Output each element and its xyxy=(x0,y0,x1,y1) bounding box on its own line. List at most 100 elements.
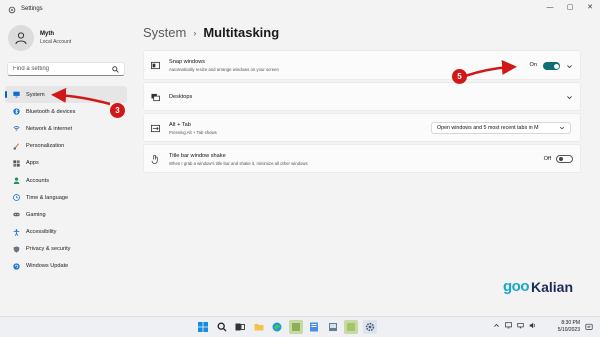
profile-account-type: Local Account xyxy=(40,39,72,45)
shield-icon xyxy=(13,246,20,253)
desktops-icon xyxy=(151,93,160,102)
gamepad-icon xyxy=(13,211,20,218)
sidebar-item-label: Personalization xyxy=(26,143,65,150)
title-bar-shake-card: Title bar window shake When I grab a win… xyxy=(143,144,581,173)
settings-icon[interactable] xyxy=(362,320,377,334)
sidebar-item-system[interactable]: System xyxy=(5,86,127,104)
close-button[interactable]: ✕ xyxy=(580,0,600,14)
sidebar-item-label: Gaming xyxy=(26,211,46,218)
alt-tab-icon xyxy=(151,124,160,133)
sidebar-item-label: Accessibility xyxy=(26,229,57,236)
apps-icon xyxy=(13,160,20,167)
search-icon[interactable] xyxy=(112,65,119,73)
window-title: Settings xyxy=(21,6,43,12)
snap-windows-title: Snap windows xyxy=(169,59,206,65)
person-icon xyxy=(13,177,20,185)
sidebar-item-bluetooth[interactable]: Bluetooth & devices xyxy=(5,103,127,120)
sidebar-item-label: Time & language xyxy=(26,194,69,201)
snap-windows-card[interactable]: Snap windows Automatically resize and ar… xyxy=(143,50,581,80)
search-input[interactable] xyxy=(13,66,112,72)
app-icon[interactable] xyxy=(288,320,303,334)
watermark-kalian: Kalian xyxy=(531,278,574,295)
alt-tab-selected-option: Open windows and 5 most recent tabs in M xyxy=(437,125,539,131)
app-icon[interactable] xyxy=(326,320,340,334)
clock-date: 5/10/2023 xyxy=(557,327,580,333)
chevron-down-icon[interactable] xyxy=(565,62,573,70)
desktops-card[interactable]: Desktops xyxy=(143,82,581,111)
sidebar-item-windows-update[interactable]: Windows Update xyxy=(5,258,127,275)
app-icon[interactable] xyxy=(344,320,358,334)
network-icon xyxy=(13,125,20,132)
page-title: Multitasking xyxy=(203,25,280,40)
breadcrumb: System › Multitasking xyxy=(143,25,279,40)
edge-icon[interactable] xyxy=(270,320,284,334)
sidebar-item-apps[interactable]: Apps xyxy=(5,155,127,172)
notification-icon[interactable] xyxy=(585,323,593,331)
taskbar-clock[interactable]: 8:30 PM 5/10/2023 xyxy=(558,320,580,334)
sidebar-item-personalization[interactable]: Personalization xyxy=(5,138,127,155)
snap-layout-icon xyxy=(151,61,160,70)
watermark-goo: goo xyxy=(503,278,530,295)
annotation-number-5: 5 xyxy=(452,69,467,84)
annotation-number-3: 3 xyxy=(110,103,125,118)
brush-icon xyxy=(13,143,20,150)
volume-icon[interactable] xyxy=(529,322,536,329)
monitor-icon xyxy=(13,91,20,98)
breadcrumb-separator: › xyxy=(193,27,197,38)
sidebar-item-privacy[interactable]: Privacy & security xyxy=(5,241,127,258)
sidebar-item-network[interactable]: Network & internet xyxy=(5,120,127,137)
network-icon[interactable] xyxy=(517,322,524,329)
app-icon[interactable] xyxy=(307,320,321,334)
alt-tab-description: Pressing Alt + Tab shows xyxy=(169,130,217,135)
display-icon[interactable] xyxy=(505,322,512,329)
sidebar-item-label: System xyxy=(26,91,45,98)
bluetooth-icon xyxy=(13,108,20,115)
title-bar-shake-toggle[interactable] xyxy=(556,155,573,163)
search-icon[interactable] xyxy=(215,320,229,334)
windows-start-icon[interactable] xyxy=(196,320,210,334)
accessibility-icon xyxy=(13,228,20,236)
window-shake-icon xyxy=(151,155,160,164)
person-icon xyxy=(15,32,27,45)
snap-windows-toggle[interactable] xyxy=(543,62,560,70)
chevron-down-icon xyxy=(559,126,565,130)
minimize-button[interactable]: — xyxy=(540,0,560,14)
profile-name: Myth xyxy=(40,31,54,37)
taskbar: 8:30 PM 5/10/2023 xyxy=(0,316,600,337)
chevron-down-icon[interactable] xyxy=(565,93,573,101)
sidebar-item-accessibility[interactable]: Accessibility xyxy=(5,224,127,241)
chevron-up-icon[interactable] xyxy=(493,322,500,329)
sidebar-nav: System Bluetooth & devices Network & int… xyxy=(5,86,127,275)
title-bar-shake-title: Title bar window shake xyxy=(169,153,226,159)
sidebar-item-time-language[interactable]: Time & language xyxy=(5,189,127,206)
update-icon xyxy=(13,263,20,270)
system-tray xyxy=(488,322,536,329)
breadcrumb-parent[interactable]: System xyxy=(143,25,186,40)
shake-toggle-state: Off xyxy=(543,156,551,162)
desktops-title: Desktops xyxy=(169,94,193,100)
globe-clock-icon xyxy=(13,194,20,202)
sidebar-item-label: Apps xyxy=(26,160,39,167)
sidebar-item-label: Network & internet xyxy=(26,125,73,132)
watermark-logo: goo Kalian xyxy=(503,278,573,295)
task-view-icon[interactable] xyxy=(233,320,247,334)
avatar xyxy=(8,25,34,51)
sidebar-item-gaming[interactable]: Gaming xyxy=(5,206,127,223)
sidebar-item-accounts[interactable]: Accounts xyxy=(5,172,127,189)
maximize-button[interactable]: ▢ xyxy=(560,0,580,14)
alt-tab-card: Alt + Tab Pressing Alt + Tab shows Open … xyxy=(143,113,581,142)
alt-tab-title: Alt + Tab xyxy=(169,122,191,128)
snap-toggle-state: On xyxy=(529,62,537,68)
sidebar-item-label: Windows Update xyxy=(26,263,69,270)
settings-app-icon xyxy=(8,6,16,14)
sidebar-item-label: Privacy & security xyxy=(26,246,71,253)
sidebar-item-label: Bluetooth & devices xyxy=(26,108,76,115)
sidebar-item-label: Accounts xyxy=(26,177,50,184)
user-profile[interactable]: Myth Local Account xyxy=(8,25,71,51)
search-box[interactable] xyxy=(7,62,125,76)
title-bar-shake-description: When I grab a window's title bar and sha… xyxy=(169,161,308,166)
alt-tab-dropdown[interactable]: Open windows and 5 most recent tabs in M xyxy=(431,122,571,134)
clock-time: 8:30 PM xyxy=(561,320,580,326)
file-explorer-icon[interactable] xyxy=(252,320,266,334)
snap-windows-description: Automatically resize and arrange windows… xyxy=(169,67,279,72)
